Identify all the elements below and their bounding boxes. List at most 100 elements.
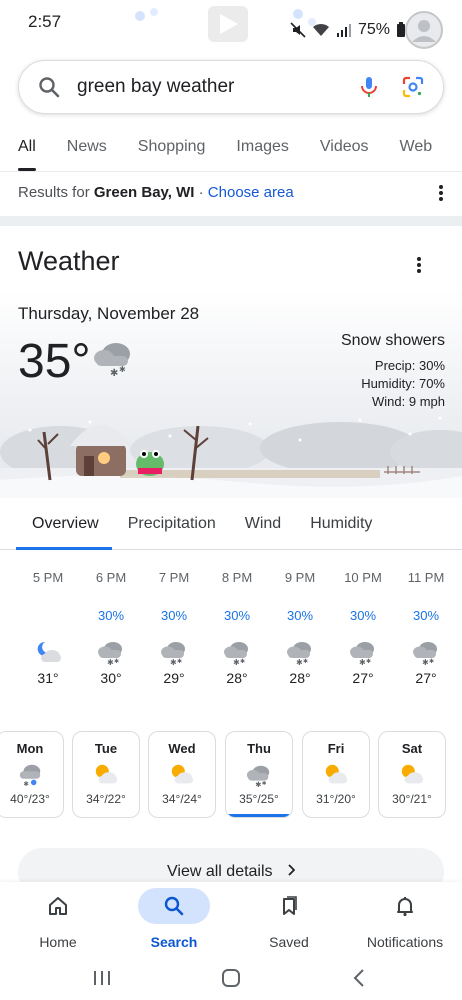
svg-text:✱: ✱ [107, 658, 114, 666]
weather-wind: Wind: 9 mph [372, 394, 445, 409]
svg-text:✱: ✱ [170, 658, 177, 666]
svg-text:✱: ✱ [119, 365, 126, 374]
day-temps: 34°/22° [86, 792, 126, 806]
tab-shopping[interactable]: Shopping [138, 128, 206, 171]
hour-precip: 30% [349, 608, 377, 623]
svg-text:✱: ✱ [177, 658, 182, 665]
tab-web[interactable]: Web [400, 128, 433, 171]
hour-time: 7 PM [158, 570, 190, 585]
battery-percent: 75% [357, 21, 390, 38]
hour-temp: 29° [163, 670, 185, 686]
lens-icon[interactable] [401, 75, 425, 99]
nav-notifications[interactable]: Notifications [354, 882, 456, 950]
results-location: Green Bay, WI [93, 184, 195, 201]
partly-sunny-icon [322, 762, 350, 788]
partly-sunny-icon [92, 762, 120, 788]
day-temps: 30°/21° [392, 792, 432, 806]
hour-precip: 30% [97, 608, 125, 623]
day-card-mon[interactable]: Mon ✱ 40°/23° [0, 731, 64, 818]
bell-icon [397, 897, 413, 917]
signal-icon [336, 24, 351, 37]
hour-temp: 30° [100, 670, 122, 686]
results-prefix: Results for [18, 184, 94, 201]
svg-text:✱: ✱ [114, 658, 119, 665]
svg-text:✱: ✱ [303, 658, 308, 665]
weather-humidity: Humidity: 70% [361, 376, 445, 391]
nav-home[interactable]: Home [8, 882, 108, 950]
snow-cloud-icon: ✱ ✱ [411, 638, 441, 667]
day-card-wed[interactable]: Wed 34°/24° [148, 731, 216, 818]
day-name: Wed [168, 741, 196, 756]
hour-temp: 28° [226, 670, 248, 686]
hour-column: 5 PM 31° [18, 568, 78, 686]
weather-hero: Thursday, November 28 35° ✱ ✱ Snow shower… [0, 290, 462, 498]
hour-column: 7 PM 30% ✱ ✱ 29° [144, 568, 204, 686]
back-icon[interactable] [348, 966, 372, 990]
day-temps: 40°/23° [10, 792, 50, 806]
nav-search-label: Search [150, 934, 198, 950]
svg-text:✱: ✱ [24, 780, 29, 788]
svg-text:✱: ✱ [422, 658, 429, 666]
results-separator: · [194, 184, 208, 201]
svg-text:✱: ✱ [359, 658, 366, 666]
subtab-overview[interactable]: Overview [16, 498, 112, 550]
home-button-icon[interactable] [219, 966, 243, 990]
nav-search[interactable]: Search [124, 882, 224, 950]
mute-icon [290, 22, 306, 38]
snow-cloud-icon: ✱ ✱ [348, 638, 378, 667]
search-input[interactable] [77, 76, 337, 98]
weather-illustration [0, 416, 462, 498]
day-card-thu[interactable]: Thu ✱ ✱ 35°/25° [225, 731, 293, 818]
subtab-precipitation[interactable]: Precipitation [112, 498, 229, 549]
day-name: Sat [401, 741, 423, 756]
home-icon [49, 897, 67, 915]
svg-text:✱: ✱ [366, 658, 371, 665]
tab-images[interactable]: Images [236, 128, 288, 171]
hour-time: 10 PM [344, 570, 382, 585]
weather-more-icon[interactable] [416, 256, 422, 274]
day-card-sat[interactable]: Sat 30°/21° [378, 731, 446, 818]
tab-news[interactable]: News [67, 128, 107, 171]
search-box[interactable] [18, 60, 444, 114]
hour-precip: 30% [286, 608, 314, 623]
day-card-fri[interactable]: Fri 31°/20° [302, 731, 370, 818]
search-icon [164, 896, 184, 916]
nav-saved-pill [253, 888, 325, 924]
partly-sunny-icon [398, 762, 426, 788]
choose-area-link[interactable]: Choose area [208, 184, 294, 201]
results-location-line: Results for Green Bay, WI · Choose area [18, 184, 294, 201]
snow-cloud-icon: ✱ ✱ [285, 638, 315, 667]
status-time: 2:57 [28, 12, 62, 31]
svg-text:✱: ✱ [255, 780, 261, 788]
partly-cloudy-night-icon [33, 638, 63, 666]
avatar[interactable] [404, 10, 444, 50]
snow-rain-icon: ✱ [16, 762, 44, 788]
nav-search-pill [138, 888, 210, 924]
hour-column: 11 PM 30% ✱ ✱ 27° [396, 568, 456, 686]
weather-subtabs: Overview Precipitation Wind Humidity [0, 498, 462, 550]
tab-videos[interactable]: Videos [320, 128, 369, 171]
day-temps: 31°/20° [316, 792, 356, 806]
wifi-icon [312, 23, 329, 36]
tab-all[interactable]: All [18, 128, 36, 171]
subtab-wind[interactable]: Wind [229, 498, 294, 549]
recent-apps-icon[interactable] [90, 966, 114, 990]
svg-text:✱: ✱ [233, 658, 240, 666]
hour-column: 9 PM 30% ✱ ✱ 28° [270, 568, 330, 686]
weather-condition: Snow showers [340, 332, 445, 349]
subtab-humidity[interactable]: Humidity [294, 498, 385, 549]
section-divider [0, 216, 462, 226]
snow-cloud-icon: ✱ ✱ [222, 638, 252, 667]
weather-date: Thursday, November 28 [18, 304, 200, 323]
day-card-tue[interactable]: Tue 34°/22° [72, 731, 140, 818]
chevron-right-icon [288, 864, 295, 876]
hour-time: 5 PM [32, 570, 64, 585]
search-tabs: All News Shopping Images Videos Web Fo [0, 128, 462, 172]
day-name: Tue [94, 741, 118, 756]
mic-icon[interactable] [357, 75, 381, 99]
nav-saved[interactable]: Saved [239, 882, 339, 950]
hourly-forecast: 5 PM 31° 6 PM 30% ✱ ✱ 30° 7 PM 30% ✱ ✱ 29° 8 PM 30% ✱ ✱… [0, 568, 462, 708]
system-nav-bar [0, 958, 462, 1000]
nav-home-label: Home [39, 934, 77, 950]
more-vert-icon[interactable] [438, 184, 444, 202]
